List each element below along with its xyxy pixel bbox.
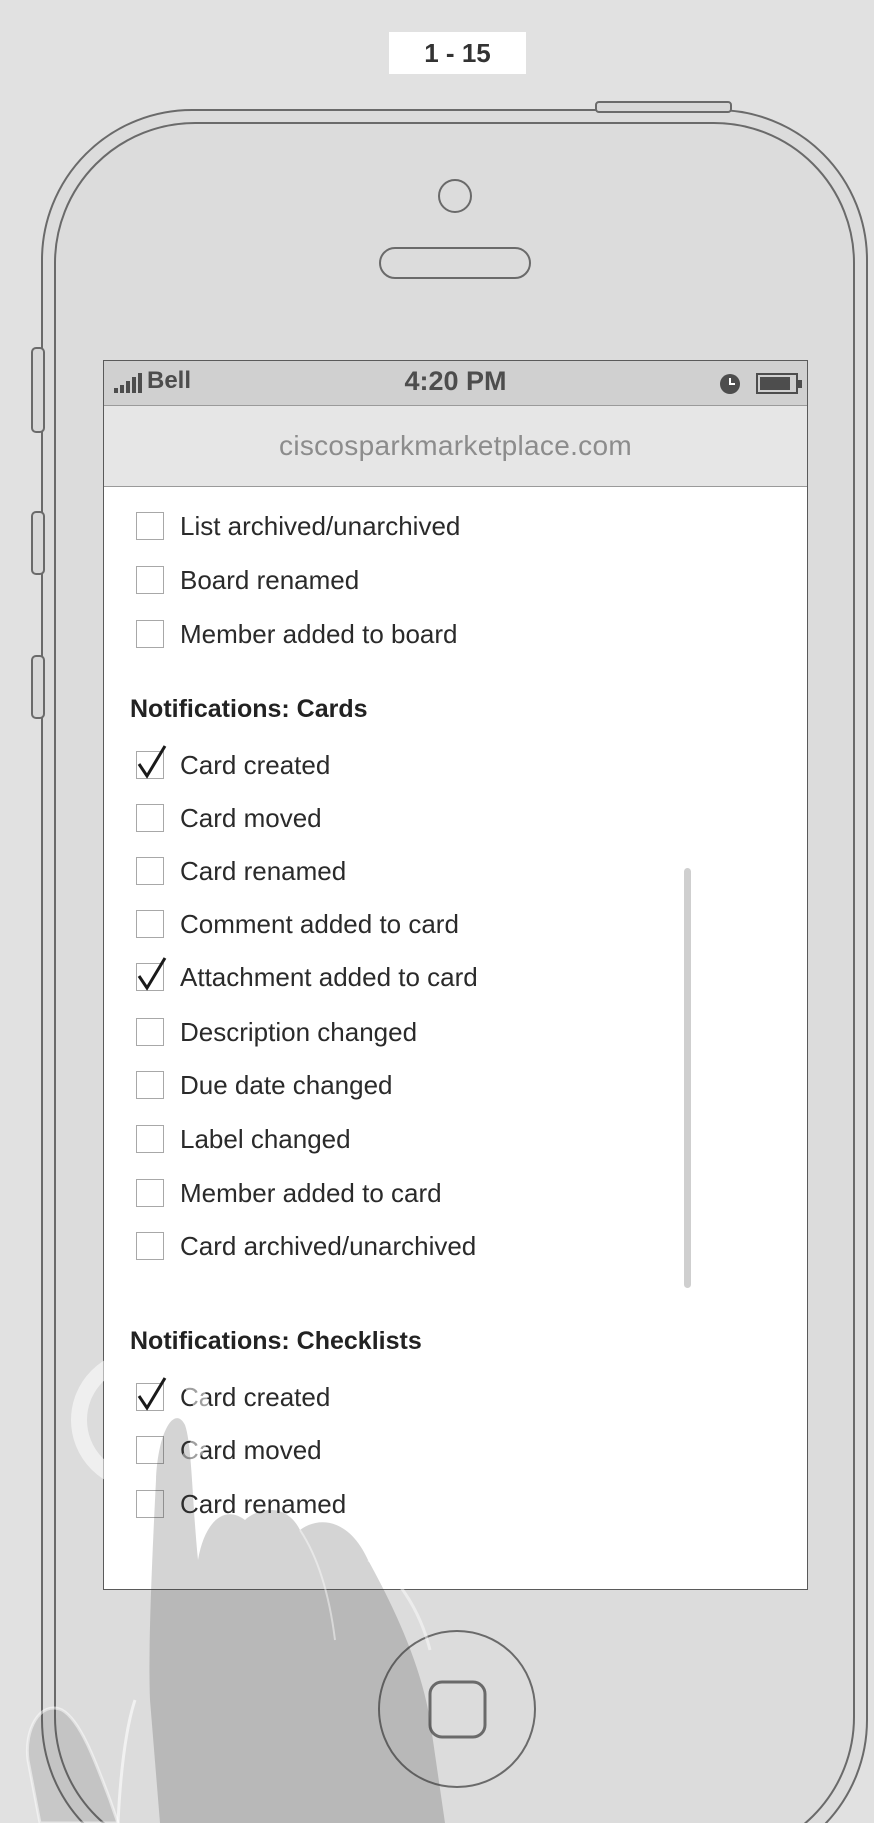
checkbox-label: Description changed <box>180 1016 418 1047</box>
list-item[interactable]: List archived/unarchived <box>136 509 460 543</box>
checkbox[interactable] <box>136 1071 164 1099</box>
checkbox[interactable] <box>136 1436 164 1464</box>
section-heading-cards: Notifications: Cards <box>130 695 368 723</box>
checkbox-label: Member added to card <box>180 1177 442 1208</box>
checkbox[interactable] <box>136 857 164 885</box>
checkmark-icon <box>137 745 167 779</box>
status-time: 4:20 PM <box>404 366 507 396</box>
list-item[interactable]: Card renamed <box>136 854 346 888</box>
list-item[interactable]: Member added to board <box>136 617 458 651</box>
list-item[interactable]: Board renamed <box>136 563 359 597</box>
page-label: 1 - 15 <box>389 32 526 74</box>
checkbox-label: Due date changed <box>180 1069 393 1100</box>
list-item[interactable]: Comment added to card <box>136 907 459 941</box>
status-bar: Bell 4:20 PM <box>104 361 807 406</box>
checkbox[interactable] <box>136 512 164 540</box>
checkbox[interactable] <box>136 1179 164 1207</box>
checkbox[interactable] <box>136 1018 164 1046</box>
checkbox-label: Card renamed <box>180 855 347 886</box>
clock-icon <box>720 374 740 394</box>
list-item[interactable]: Card renamed <box>136 1487 346 1521</box>
list-item[interactable]: Card created <box>136 1377 331 1414</box>
checkmark-icon <box>137 1377 167 1411</box>
list-item[interactable]: Due date changed <box>136 1068 393 1102</box>
checkbox[interactable] <box>136 566 164 594</box>
checkbox-label: Card created <box>180 749 331 780</box>
checkbox-checked[interactable] <box>136 1377 167 1411</box>
checkbox-label: List archived/unarchived <box>180 510 461 541</box>
checkbox[interactable] <box>136 620 164 648</box>
checkbox-label: Card moved <box>180 802 322 833</box>
list-item[interactable]: Card created <box>136 745 331 782</box>
section-heading-checklists: Notifications: Checklists <box>130 1327 422 1355</box>
list-item[interactable]: Card moved <box>136 801 322 835</box>
battery-icon <box>756 373 802 394</box>
address-bar[interactable]: ciscosparkmarketplace.com <box>104 406 807 487</box>
checkbox-label: Card renamed <box>180 1488 347 1519</box>
checkbox-label: Card archived/unarchived <box>180 1230 477 1261</box>
checkbox[interactable] <box>136 910 164 938</box>
list-item[interactable]: Card archived/unarchived <box>136 1229 476 1263</box>
checkmark-icon <box>137 957 167 991</box>
checkbox[interactable] <box>136 804 164 832</box>
checkbox-label: Card created <box>180 1381 331 1412</box>
checkbox-checked[interactable] <box>136 957 167 991</box>
checkbox-label: Member added to board <box>180 618 458 649</box>
list-item[interactable]: Attachment added to card <box>136 957 478 994</box>
checkbox-label: Comment added to card <box>180 908 459 939</box>
checkbox-checked[interactable] <box>136 745 167 779</box>
list-item[interactable]: Member added to card <box>136 1176 442 1210</box>
checkbox[interactable] <box>136 1232 164 1260</box>
checkbox-label: Attachment added to card <box>180 961 478 992</box>
checkbox[interactable] <box>136 1125 164 1153</box>
notifications-list: List archived/unarchived Board renamed M… <box>104 487 807 1589</box>
list-item[interactable]: Label changed <box>136 1122 351 1156</box>
checkbox-label: Card moved <box>180 1434 322 1465</box>
checkbox-label: Board renamed <box>180 564 360 595</box>
phone-screen: Bell 4:20 PM ciscosparkmarketplace.com L… <box>103 360 808 1590</box>
checkbox[interactable] <box>136 1490 164 1518</box>
scrollbar[interactable] <box>684 868 691 1288</box>
checkbox-label: Label changed <box>180 1123 351 1154</box>
list-item[interactable]: Description changed <box>136 1015 417 1049</box>
list-item[interactable]: Card moved <box>136 1433 322 1467</box>
